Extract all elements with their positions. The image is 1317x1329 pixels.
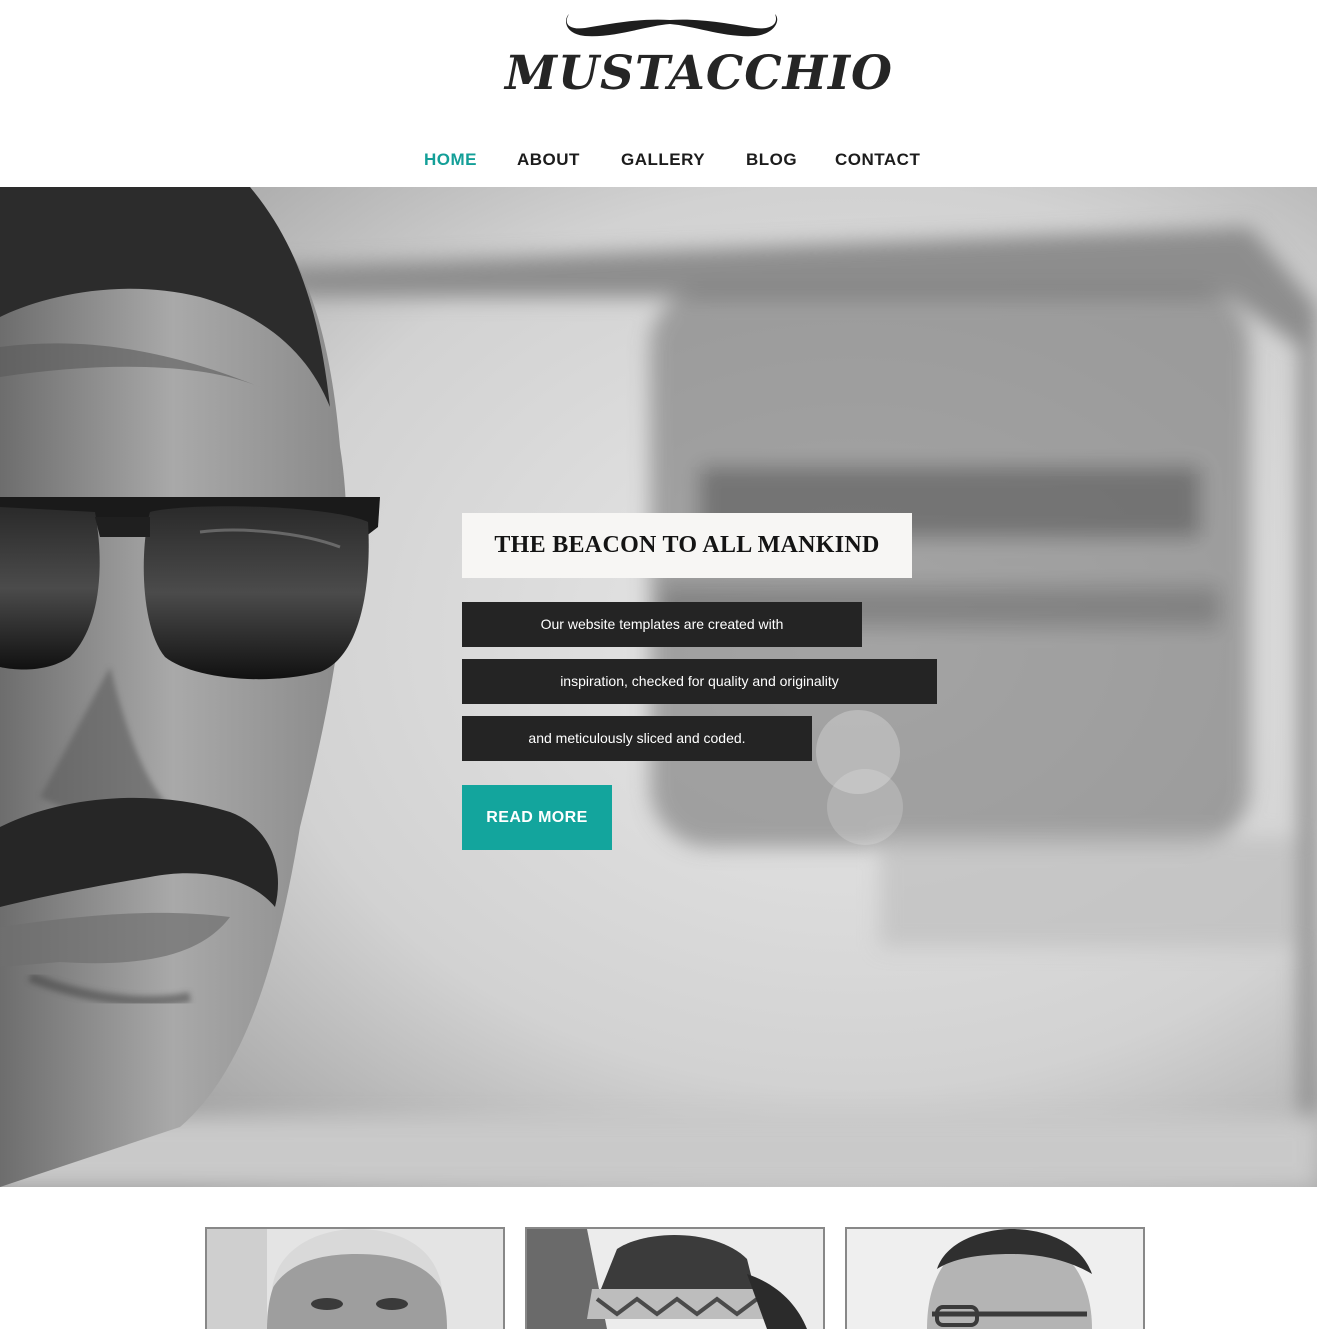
gallery-thumbnail-2[interactable]	[525, 1227, 825, 1329]
hero-text-line-3: and meticulously sliced and coded.	[462, 716, 812, 761]
hero-text-line-2: inspiration, checked for quality and ori…	[462, 659, 937, 704]
nav-contact[interactable]: CONTACT	[835, 147, 920, 173]
hero-headline-box: THE BEACON TO ALL MANKIND	[462, 513, 912, 578]
read-more-button[interactable]: READ MORE	[462, 785, 612, 850]
nav-blog[interactable]: BLOG	[746, 147, 797, 173]
portrait-grey-hair-icon	[207, 1229, 503, 1329]
gallery-thumbnail-1[interactable]	[205, 1227, 505, 1329]
nav-home[interactable]: HOME	[424, 147, 477, 173]
site-logo[interactable]: MUSTACCHIO	[505, 6, 893, 106]
main-navigation: HOME ABOUT GALLERY BLOG CONTACT	[0, 147, 1317, 175]
portrait-fedora-hat-icon	[527, 1229, 823, 1329]
hero-headline: THE BEACON TO ALL MANKIND	[494, 532, 880, 558]
nav-about[interactable]: ABOUT	[517, 147, 580, 173]
logo-wordmark: MUSTACCHIO	[505, 46, 893, 101]
nav-gallery[interactable]: GALLERY	[621, 147, 705, 173]
mustache-icon	[566, 14, 778, 37]
gallery-thumbnail-3[interactable]	[845, 1227, 1145, 1329]
hero-text-line-1: Our website templates are created with	[462, 602, 862, 647]
portrait-glasses-icon	[847, 1229, 1143, 1329]
